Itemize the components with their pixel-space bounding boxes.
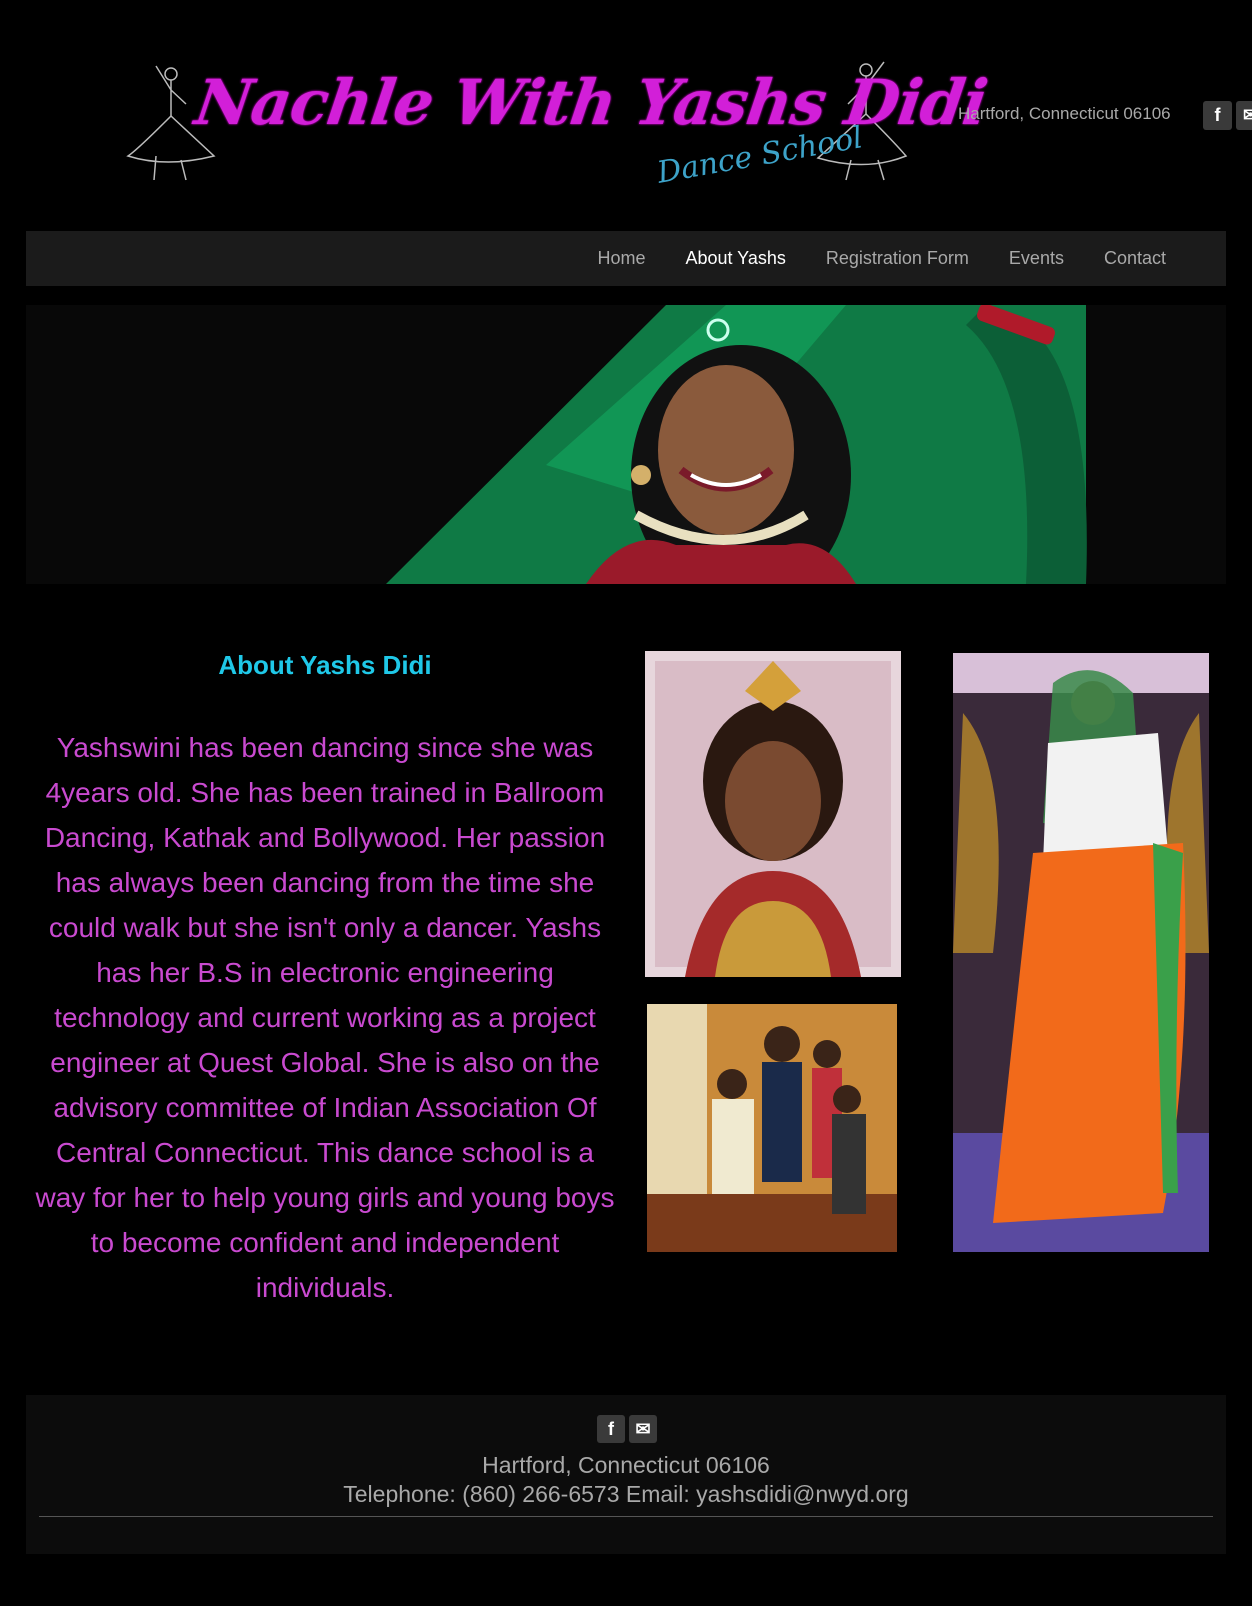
group-dance-photo <box>647 1004 897 1252</box>
site-logo[interactable]: Nachle With Yashs Didi Dance School <box>126 56 991 192</box>
main-nav: Home About Yashs Registration Form Event… <box>26 231 1226 286</box>
footer-social-links: f ✉ <box>597 1415 657 1443</box>
header-location: Hartford, Connecticut 06106 <box>958 104 1171 123</box>
nav-item-contact[interactable]: Contact <box>1084 248 1186 269</box>
mail-icon[interactable]: ✉ <box>629 1415 657 1443</box>
stage-performance-photo <box>953 653 1209 1252</box>
nav-item-events[interactable]: Events <box>989 248 1084 269</box>
about-title: About Yashs Didi <box>218 650 432 680</box>
nav-item-registration-form[interactable]: Registration Form <box>806 248 989 269</box>
footer-contact: Telephone: (860) 266-6573 Email: yashsdi… <box>343 1481 909 1507</box>
header-social-links: f ✉ <box>1203 101 1252 130</box>
site-header: Nachle With Yashs Didi Dance School Hart… <box>0 0 1252 228</box>
about-body-text: Yashswini has been dancing since she was… <box>35 732 615 1303</box>
site-footer: f ✉ Hartford, Connecticut 06106 Telephon… <box>26 1395 1226 1554</box>
footer-address: Hartford, Connecticut 06106 <box>482 1452 770 1478</box>
facebook-icon[interactable]: f <box>597 1415 625 1443</box>
nav-item-about-yashs[interactable]: About Yashs <box>665 248 805 269</box>
mail-icon[interactable]: ✉ <box>1236 101 1252 130</box>
hero-banner-image <box>26 305 1226 584</box>
childhood-portrait-photo <box>645 651 901 977</box>
footer-divider <box>39 1516 1213 1517</box>
facebook-icon[interactable]: f <box>1203 101 1232 130</box>
nav-item-home[interactable]: Home <box>577 248 665 269</box>
logo-title: Nachle With Yashs Didi <box>190 66 992 139</box>
